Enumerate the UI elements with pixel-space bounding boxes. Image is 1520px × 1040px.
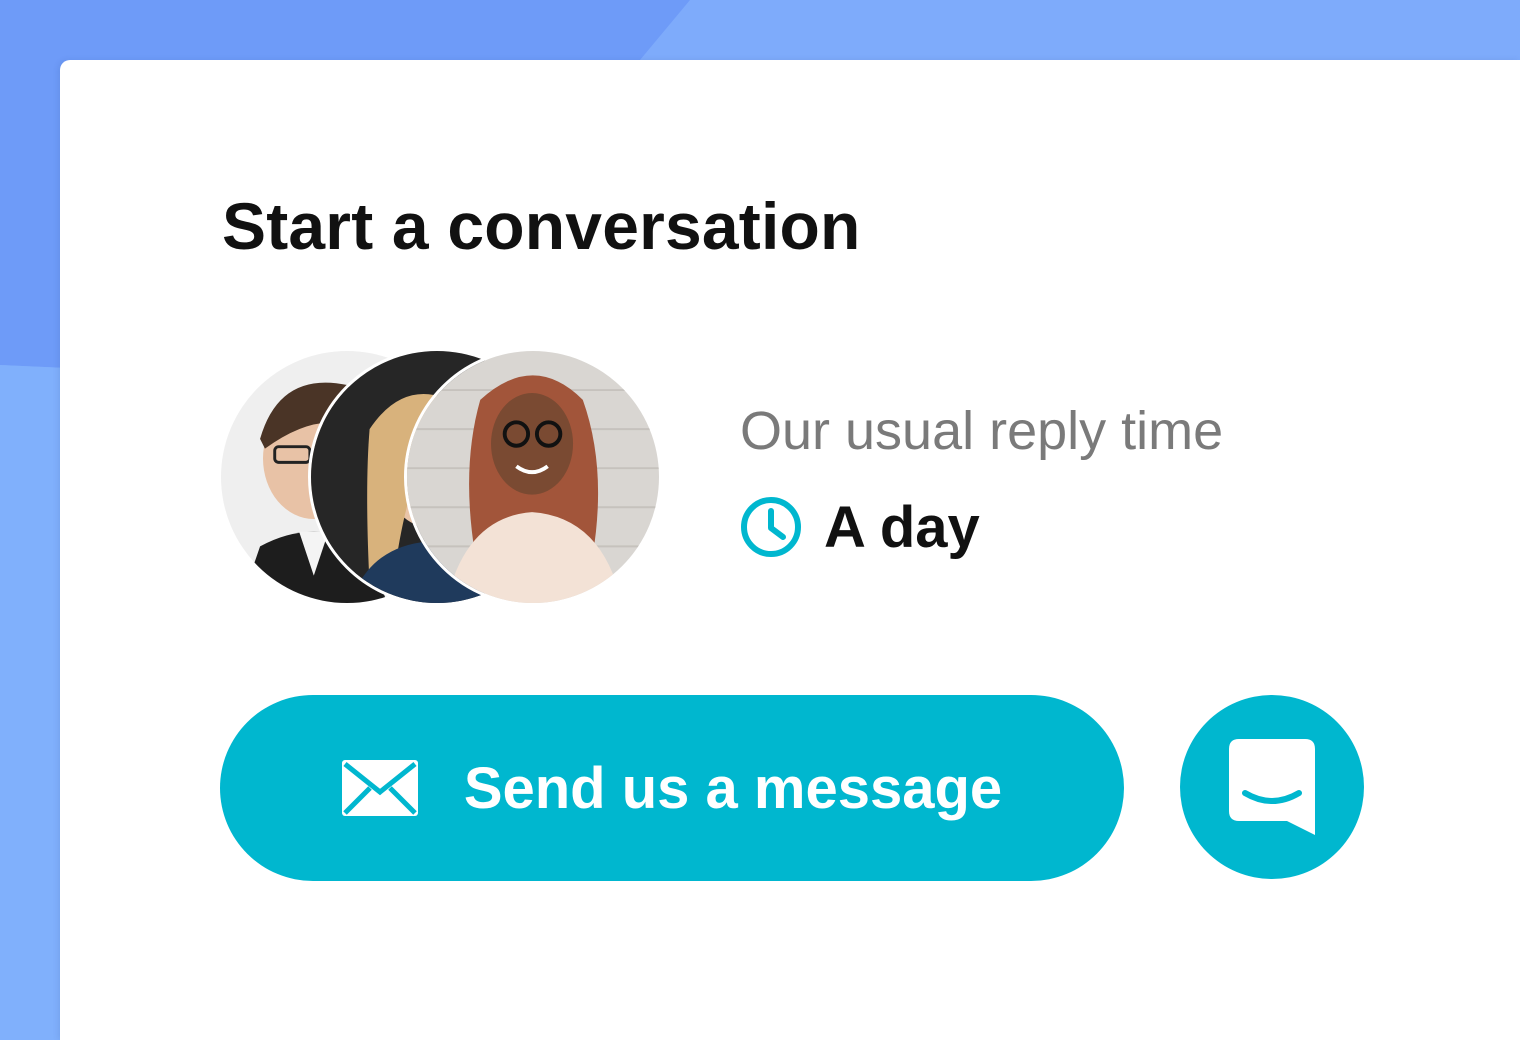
reply-time: A day [738, 492, 980, 562]
card-title: Start a conversation [222, 189, 861, 263]
reply-time-value: A day [824, 494, 980, 560]
chat-launcher-button[interactable] [1180, 695, 1364, 879]
send-message-button[interactable]: Send us a message [220, 695, 1124, 881]
team-avatars [218, 348, 668, 612]
mail-icon [341, 760, 418, 816]
chat-bubble-icon [1229, 739, 1315, 835]
team-avatar [404, 348, 662, 606]
clock-icon [741, 497, 801, 557]
reply-time-label: Our usual reply time [740, 401, 1224, 461]
send-message-label: Send us a message [463, 755, 1003, 821]
messenger-card: Start a conversation Our usual reply tim… [60, 60, 1520, 1040]
